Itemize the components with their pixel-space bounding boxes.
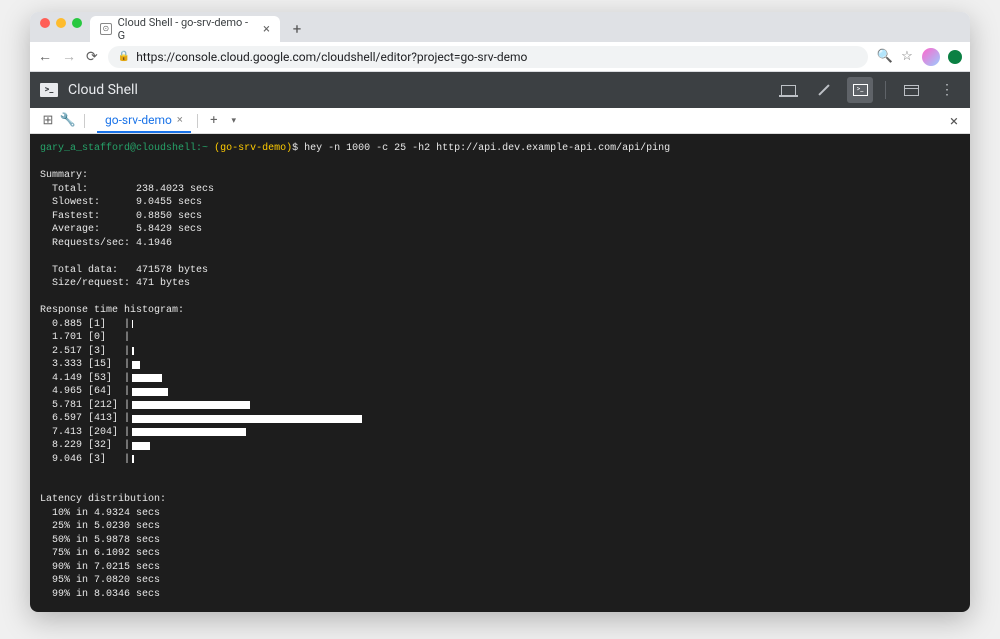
reload-button[interactable]: ⟳ (86, 49, 98, 65)
back-button[interactable]: ← (38, 48, 52, 65)
cloudshell-title: Cloud Shell (68, 82, 138, 98)
grid-icon[interactable]: ⊞ (38, 111, 58, 131)
toolbar-separator (84, 114, 85, 128)
browser-window: ⊙ Cloud Shell - go-srv-demo - G × + ← → … (30, 12, 970, 612)
file-tab[interactable]: go-srv-demo × (97, 108, 191, 133)
lock-icon: 🔒 (118, 51, 130, 62)
close-window-dot[interactable] (40, 18, 50, 28)
cloudshell-logo-icon (40, 83, 58, 97)
search-icon[interactable]: 🔍 (878, 50, 892, 64)
edit-button[interactable] (811, 77, 837, 103)
url-text: https://console.cloud.google.com/cloudsh… (136, 50, 527, 64)
cloudshell-header: Cloud Shell ⋮ (30, 72, 970, 108)
cloudshell-editor-toolbar: ⊞ 🔧 go-srv-demo × + ▾ × (30, 108, 970, 134)
add-tab-button[interactable]: + (204, 111, 224, 131)
window-icon (904, 85, 919, 96)
tab-menu-button[interactable]: ▾ (224, 111, 244, 131)
close-panel-button[interactable]: × (946, 112, 962, 130)
chrome-tab-strip: ⊙ Cloud Shell - go-srv-demo - G × + (30, 12, 970, 42)
pencil-icon (818, 84, 829, 95)
web-preview-button[interactable] (775, 77, 801, 103)
profile-avatar[interactable] (922, 48, 940, 66)
star-icon[interactable]: ☆ (900, 50, 914, 64)
toolbar-right-icons: 🔍 ☆ (878, 48, 962, 66)
toolbar-separator (197, 114, 198, 128)
zoom-window-dot[interactable] (72, 18, 82, 28)
terminal-output[interactable]: gary_a_stafford@cloudshell:~ (go-srv-dem… (30, 134, 970, 612)
browser-toolbar: ← → ⟳ 🔒 https://console.cloud.google.com… (30, 42, 970, 72)
browser-tab[interactable]: ⊙ Cloud Shell - go-srv-demo - G × (90, 16, 280, 42)
window-controls (36, 18, 90, 36)
extension-icon[interactable] (948, 50, 962, 64)
open-window-button[interactable] (898, 77, 924, 103)
wrench-icon[interactable]: 🔧 (58, 111, 78, 131)
file-tab-label: go-srv-demo (105, 113, 172, 127)
address-bar[interactable]: 🔒 https://console.cloud.google.com/cloud… (108, 46, 868, 68)
forward-button[interactable]: → (62, 48, 76, 65)
minimize-window-dot[interactable] (56, 18, 66, 28)
header-divider (885, 81, 886, 99)
close-tab-icon[interactable]: × (263, 22, 270, 37)
page-favicon-icon: ⊙ (100, 23, 112, 35)
browser-tab-title: Cloud Shell - go-srv-demo - G (118, 16, 253, 42)
new-tab-button[interactable]: + (286, 18, 308, 40)
laptop-icon (781, 85, 796, 95)
more-menu-button[interactable]: ⋮ (934, 77, 960, 103)
terminal-icon (853, 84, 868, 96)
close-file-tab-icon[interactable]: × (177, 113, 183, 126)
open-terminal-button[interactable] (847, 77, 873, 103)
